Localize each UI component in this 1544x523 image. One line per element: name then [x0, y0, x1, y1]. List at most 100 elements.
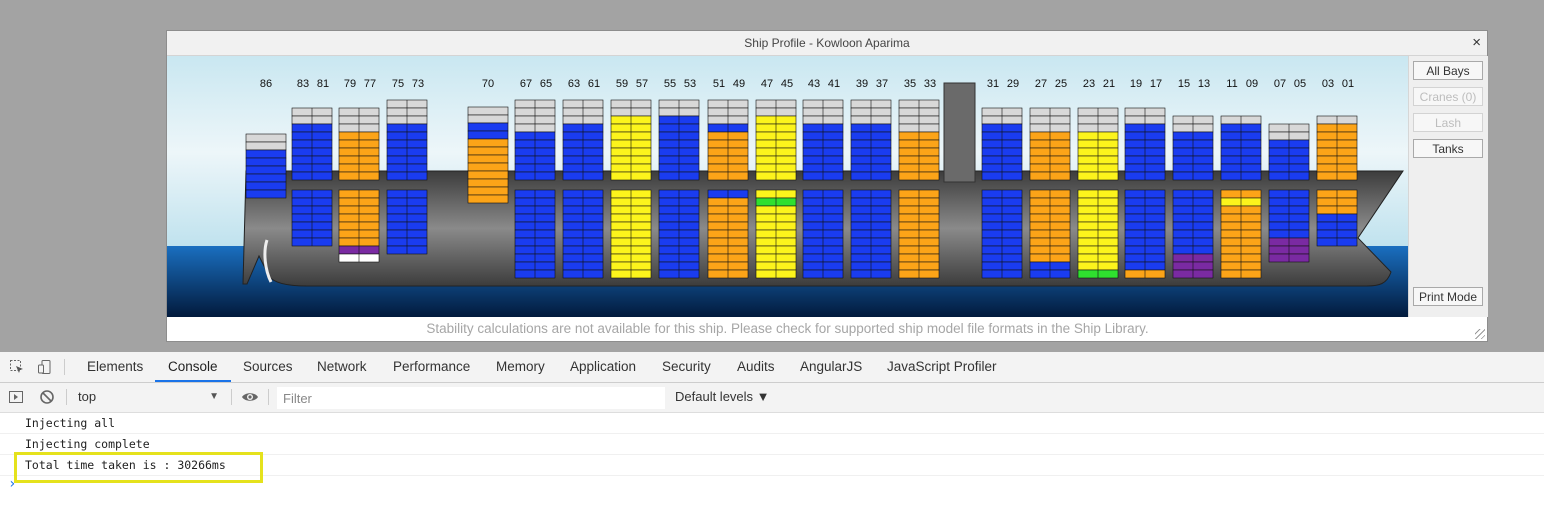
- tab-javascript-profiler[interactable]: JavaScript Profiler: [887, 352, 997, 382]
- side-panel: All Bays Cranes (0) Lash Tanks Print Mod…: [1408, 56, 1488, 317]
- bay-label: 03: [1322, 78, 1334, 90]
- deck-container-row: [467, 162, 509, 172]
- default-levels-dropdown[interactable]: Default levels ▼: [675, 387, 770, 407]
- bay-label: 13: [1198, 78, 1210, 90]
- lash-button[interactable]: Lash: [1413, 113, 1483, 132]
- toolbar-separator: [268, 389, 269, 405]
- deck-container-row: [467, 194, 509, 204]
- deck-container-row: [467, 122, 509, 132]
- bay-label: 37: [876, 78, 888, 90]
- deck-container-row: [245, 149, 287, 159]
- tab-elements[interactable]: Elements: [87, 352, 143, 382]
- cranes-button[interactable]: Cranes (0): [1413, 87, 1483, 106]
- bay-label: 65: [540, 78, 552, 90]
- bay-63-61[interactable]: 63 61: [562, 78, 604, 279]
- bay-label: 55: [664, 78, 676, 90]
- tab-performance[interactable]: Performance: [393, 352, 470, 382]
- tab-network[interactable]: Network: [317, 352, 367, 382]
- toolbar-separator: [66, 389, 67, 405]
- bay-75-73[interactable]: 75 73: [386, 78, 428, 255]
- eye-icon[interactable]: [241, 389, 259, 405]
- console-toolbar: top ▼ Default levels ▼: [0, 383, 1544, 413]
- device-toolbar-icon[interactable]: [37, 359, 53, 375]
- deck-container-row: [467, 114, 509, 124]
- inspect-element-icon[interactable]: [9, 359, 25, 375]
- toolbar-separator: [231, 389, 232, 405]
- bay-label: 79: [344, 78, 356, 90]
- bay-27-25[interactable]: 27 25: [1029, 78, 1071, 279]
- bay-label: 43: [808, 78, 820, 90]
- tab-application[interactable]: Application: [570, 352, 636, 382]
- all-bays-button[interactable]: All Bays: [1413, 61, 1483, 80]
- bay-23-21[interactable]: 23 21: [1077, 78, 1119, 279]
- deck-container-row: [467, 186, 509, 196]
- bay-label: 07: [1274, 78, 1286, 90]
- console-message-text: Injecting all: [25, 416, 116, 430]
- bay-label: 45: [781, 78, 793, 90]
- deck-container-row: [245, 133, 287, 143]
- tab-security[interactable]: Security: [662, 352, 711, 382]
- bay-label: 19: [1130, 78, 1142, 90]
- bay-31-29[interactable]: 31 29: [981, 78, 1023, 279]
- clear-console-icon[interactable]: [39, 389, 55, 405]
- deck-container-row: [467, 170, 509, 180]
- print-mode-button[interactable]: Print Mode: [1413, 287, 1483, 306]
- bay-label: 67: [520, 78, 532, 90]
- filter-input[interactable]: [277, 387, 665, 409]
- bay-19-17[interactable]: 19 17: [1124, 78, 1166, 279]
- bay-label: 15: [1178, 78, 1190, 90]
- bay-55-53[interactable]: 55 53: [658, 78, 700, 279]
- bay-label: 17: [1150, 78, 1162, 90]
- bay-label: 81: [317, 78, 329, 90]
- dialog-title: Ship Profile - Kowloon Aparima: [167, 31, 1487, 56]
- deck-container-row: [245, 173, 287, 183]
- context-select[interactable]: top ▼: [78, 387, 223, 407]
- context-select-value: top: [78, 389, 97, 404]
- deck-container-row: [245, 165, 287, 175]
- bay-label: 11: [1226, 78, 1237, 90]
- tab-sources[interactable]: Sources: [243, 352, 293, 382]
- bay-label: 57: [636, 78, 648, 90]
- bay-label: 29: [1007, 78, 1019, 90]
- tanks-button[interactable]: Tanks: [1413, 139, 1483, 158]
- bay-label: 59: [616, 78, 628, 90]
- resize-grip-icon[interactable]: [1475, 329, 1485, 339]
- ship-profile-canvas: 86 83 81 79 77 75 73 70 67 65 63 61 59 57 55 53 51 49 47 45…: [167, 56, 1408, 317]
- bay-label: 23: [1083, 78, 1095, 90]
- bay-label: 05: [1294, 78, 1306, 90]
- bay-label: 77: [364, 78, 376, 90]
- bay-label: 41: [828, 78, 840, 90]
- bay-59-57[interactable]: 59 57: [610, 78, 652, 279]
- bay-35-33[interactable]: 35 33: [898, 78, 940, 279]
- close-icon[interactable]: ×: [1472, 31, 1481, 55]
- bay-label: 25: [1055, 78, 1067, 90]
- deck-container-row: [467, 154, 509, 164]
- bay-43-41[interactable]: 43 41: [802, 78, 844, 279]
- bay-label: 51: [713, 78, 725, 90]
- deck-container-row: [245, 141, 287, 151]
- devtools-panel: Elements Console Sources Network Performance…: [0, 352, 1544, 523]
- bay-39-37[interactable]: 39 37: [850, 78, 892, 279]
- ship-profile-dialog: Ship Profile - Kowloon Aparima × 86 83 8…: [166, 30, 1488, 342]
- console-message: Injecting all: [0, 413, 1544, 434]
- tab-angularjs[interactable]: AngularJS: [800, 352, 862, 382]
- tab-console[interactable]: Console: [155, 352, 231, 382]
- bay-47-45[interactable]: 47 45: [755, 78, 797, 279]
- ship-bridge: [943, 82, 976, 183]
- bay-51-49[interactable]: 51 49: [707, 78, 749, 279]
- bay-label: 09: [1246, 78, 1258, 90]
- bay-label: 86: [260, 78, 272, 90]
- bay-label: 75: [392, 78, 404, 90]
- sidebar-toggle-icon[interactable]: [8, 389, 24, 405]
- bay-label: 21: [1103, 78, 1115, 90]
- tab-memory[interactable]: Memory: [496, 352, 545, 382]
- bay-67-65[interactable]: 67 65: [514, 78, 556, 279]
- bay-label: 33: [924, 78, 936, 90]
- bay-label: 83: [297, 78, 309, 90]
- bay-label: 63: [568, 78, 580, 90]
- tab-separator: [64, 359, 65, 375]
- bay-label: 73: [412, 78, 424, 90]
- deck-container-row: [467, 106, 509, 116]
- devtools-tabbar: Elements Console Sources Network Performance…: [0, 352, 1544, 383]
- tab-audits[interactable]: Audits: [737, 352, 775, 382]
